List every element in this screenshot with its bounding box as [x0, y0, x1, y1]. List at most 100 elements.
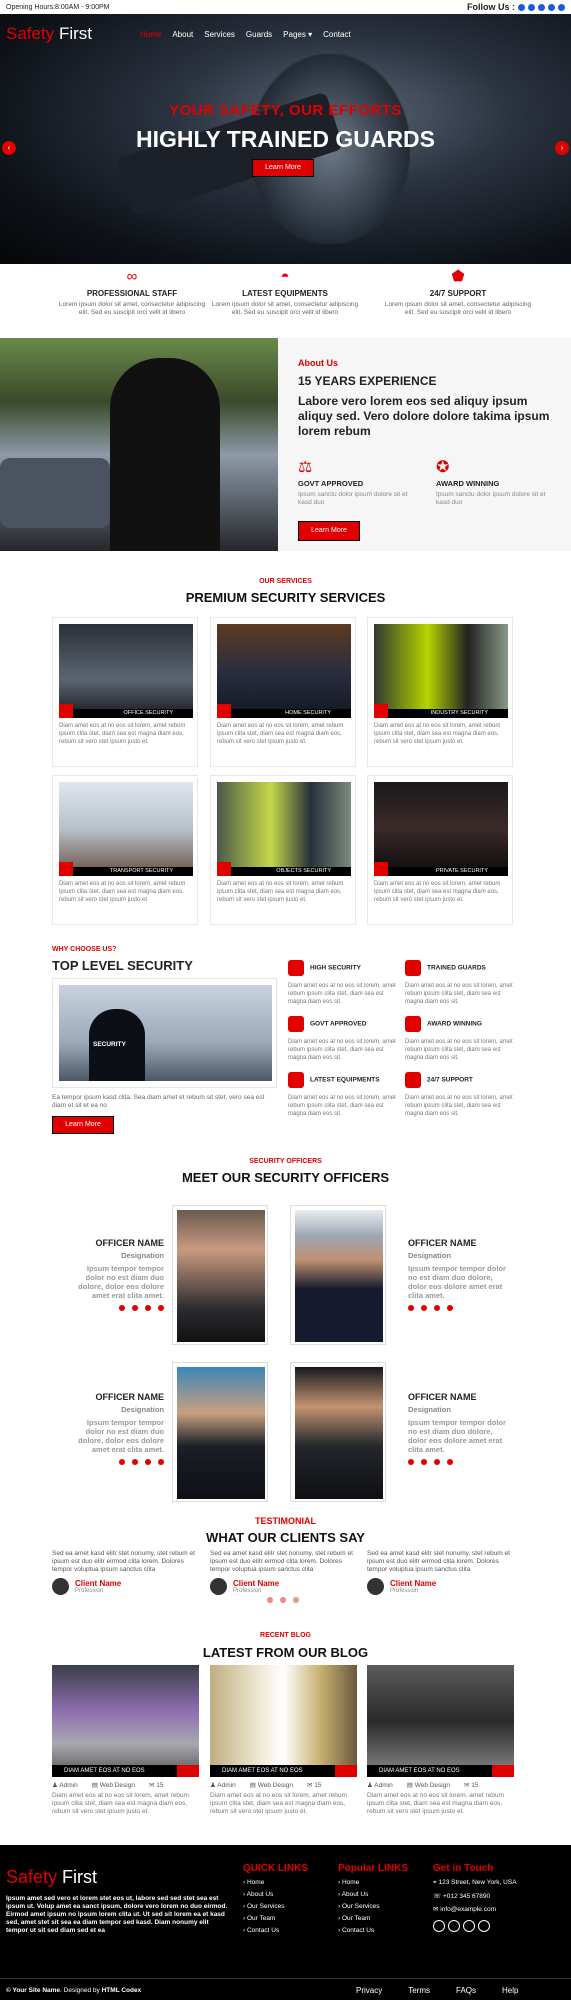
carousel-dot[interactable]: [267, 1597, 273, 1603]
site-logo[interactable]: Safety First: [6, 24, 92, 44]
quick-links-title: QUICK LINKS: [243, 1863, 308, 1874]
copyright-codex[interactable]: HTML Codex: [102, 1987, 142, 1994]
officer-card-3[interactable]: [172, 1362, 268, 1502]
footer-link[interactable]: › Our Services: [338, 1903, 408, 1910]
blog-card-2[interactable]: DIAM AMET EOS AT NO EOS ♟ Admin ▤ Web Des…: [210, 1665, 357, 1818]
feature-support: ⬟ 24/7 SUPPORT Lorem ipsum dolor sit ame…: [383, 268, 533, 317]
nav-about[interactable]: About: [172, 30, 193, 39]
officer-text: Ipsum tempor tempor dolor no est diam du…: [408, 1264, 506, 1300]
footer-link[interactable]: › Our Team: [338, 1915, 408, 1922]
carousel-dot[interactable]: [280, 1597, 286, 1603]
service-card-home[interactable]: HOME SECURITY Diam amet eos at no eos si…: [210, 617, 356, 767]
category-label: Web Design: [414, 1782, 450, 1789]
privacy-link[interactable]: Privacy: [356, 1986, 382, 1995]
officer-info-1: OFFICER NAME Designation Ipsum tempor te…: [72, 1238, 164, 1311]
footer-link[interactable]: › About Us: [338, 1891, 408, 1898]
blog-card-1[interactable]: DIAM AMET EOS AT NO EOS ♟ Admin ▤ Web Des…: [52, 1665, 199, 1818]
instagram-icon[interactable]: [158, 1459, 164, 1465]
service-card-office[interactable]: OFFICE SECURITY Diam amet eos at no eos …: [52, 617, 198, 767]
facebook-icon[interactable]: [448, 1920, 460, 1932]
footer-link[interactable]: › Contact Us: [338, 1927, 408, 1934]
nav-guards[interactable]: Guards: [246, 30, 272, 39]
blog-card-3[interactable]: DIAM AMET EOS AT NO EOS ♟ Admin ▤ Web Des…: [367, 1665, 514, 1818]
carousel-prev-icon[interactable]: ‹: [2, 141, 16, 155]
copyright-site[interactable]: © Your Site Name: [6, 1987, 60, 1994]
terms-link[interactable]: Terms: [408, 1986, 430, 1995]
twitter-icon[interactable]: [528, 3, 535, 11]
hero-learn-more-button[interactable]: Learn More: [252, 159, 314, 177]
footer-contact: Get in Touch ⌖ 123 Street, New York, USA…: [433, 1863, 567, 1937]
twitter-icon[interactable]: [408, 1459, 414, 1465]
comments-count: 15: [156, 1782, 164, 1789]
client-name: Client Name: [75, 1579, 122, 1588]
service-card-private[interactable]: PRIVATE SECURITY Diam amet eos at no eos…: [367, 775, 513, 925]
service-text: Diam amet eos at no eos sit lorem, amet …: [374, 881, 501, 903]
blog-image: DIAM AMET EOS AT NO EOS: [367, 1665, 514, 1777]
service-icon: [374, 862, 388, 876]
footer-link[interactable]: › Contact Us: [243, 1927, 308, 1934]
service-card-transport[interactable]: TRANSPORT SECURITY Diam amet eos at no e…: [52, 775, 198, 925]
why-item-govt-approved: GOVT APPROVED Diam amet eos at no eos si…: [288, 1016, 396, 1062]
nav-contact[interactable]: Contact: [323, 30, 351, 39]
linkedin-icon[interactable]: [538, 3, 545, 11]
email-icon: ✉: [433, 1906, 439, 1913]
footer-link-label: About Us: [246, 1891, 274, 1898]
linkedin-icon[interactable]: [145, 1305, 151, 1311]
footer-link[interactable]: › Home: [243, 1879, 308, 1886]
helmet-icon: ◓: [280, 268, 290, 285]
linkedin-icon[interactable]: [463, 1920, 475, 1932]
faqs-link[interactable]: FAQs: [456, 1986, 476, 1995]
link-icon[interactable]: [492, 1765, 514, 1777]
nav-home[interactable]: Home: [140, 30, 161, 39]
footer-link[interactable]: › Our Services: [243, 1903, 308, 1910]
officer-card-4[interactable]: [290, 1362, 386, 1502]
twitter-icon[interactable]: [119, 1459, 125, 1465]
blog-comments: ✉ 15: [464, 1781, 479, 1789]
footer-link[interactable]: › About Us: [243, 1891, 308, 1898]
officer-card-2[interactable]: [290, 1205, 386, 1345]
about-learn-more-button[interactable]: Learn More: [298, 521, 360, 541]
instagram-icon[interactable]: [447, 1459, 453, 1465]
carousel-next-icon[interactable]: ›: [555, 141, 569, 155]
facebook-icon[interactable]: [132, 1305, 138, 1311]
twitter-icon[interactable]: [408, 1305, 414, 1311]
help-link[interactable]: Help: [502, 1986, 518, 1995]
hero-carousel: Safety First Home About Services Guards …: [0, 14, 571, 264]
instagram-icon[interactable]: [447, 1305, 453, 1311]
facebook-icon[interactable]: [421, 1305, 427, 1311]
nav-services[interactable]: Services: [204, 30, 235, 39]
footer-link[interactable]: › Home: [338, 1879, 408, 1886]
blog-category: ▤ Web Design: [407, 1781, 450, 1789]
service-caption: HOME SECURITY: [217, 709, 351, 718]
service-card-industry[interactable]: INDUSTRY SECURITY Diam amet eos at no eo…: [367, 617, 513, 767]
youtube-icon[interactable]: [558, 3, 565, 11]
link-icon[interactable]: [177, 1765, 199, 1777]
instagram-icon[interactable]: [158, 1305, 164, 1311]
target-icon: [288, 1016, 304, 1032]
logo-safety: Safety: [6, 1867, 58, 1887]
linkedin-icon[interactable]: [434, 1459, 440, 1465]
carousel-dot[interactable]: [293, 1597, 299, 1603]
footer-link[interactable]: › Our Team: [243, 1915, 308, 1922]
facebook-icon[interactable]: [518, 3, 525, 11]
instagram-icon[interactable]: [548, 3, 555, 11]
footer-email[interactable]: ✉ info@example.com: [433, 1905, 567, 1913]
linkedin-icon[interactable]: [434, 1305, 440, 1311]
linkedin-icon[interactable]: [145, 1459, 151, 1465]
officers-sub: SECURITY OFFICERS: [249, 1158, 322, 1165]
why-learn-more-button[interactable]: Learn More: [52, 1116, 114, 1134]
officer-socials: [72, 1459, 164, 1465]
twitter-icon[interactable]: [119, 1305, 125, 1311]
officer-text: Ipsum tempor tempor dolor no est diam du…: [78, 1418, 164, 1454]
footer-bottom-links: Privacy Terms FAQs Help: [356, 1986, 518, 1995]
link-icon[interactable]: [335, 1765, 357, 1777]
service-card-objects[interactable]: OBJECTS SECURITY Diam amet eos at no eos…: [210, 775, 356, 925]
officer-card-1[interactable]: [172, 1205, 268, 1345]
footer-logo[interactable]: Safety First: [6, 1867, 97, 1888]
twitter-icon[interactable]: [433, 1920, 445, 1932]
facebook-icon[interactable]: [132, 1459, 138, 1465]
footer-link-label: Our Team: [246, 1915, 276, 1922]
instagram-icon[interactable]: [478, 1920, 490, 1932]
facebook-icon[interactable]: [421, 1459, 427, 1465]
nav-pages[interactable]: Pages ▾: [283, 30, 312, 39]
